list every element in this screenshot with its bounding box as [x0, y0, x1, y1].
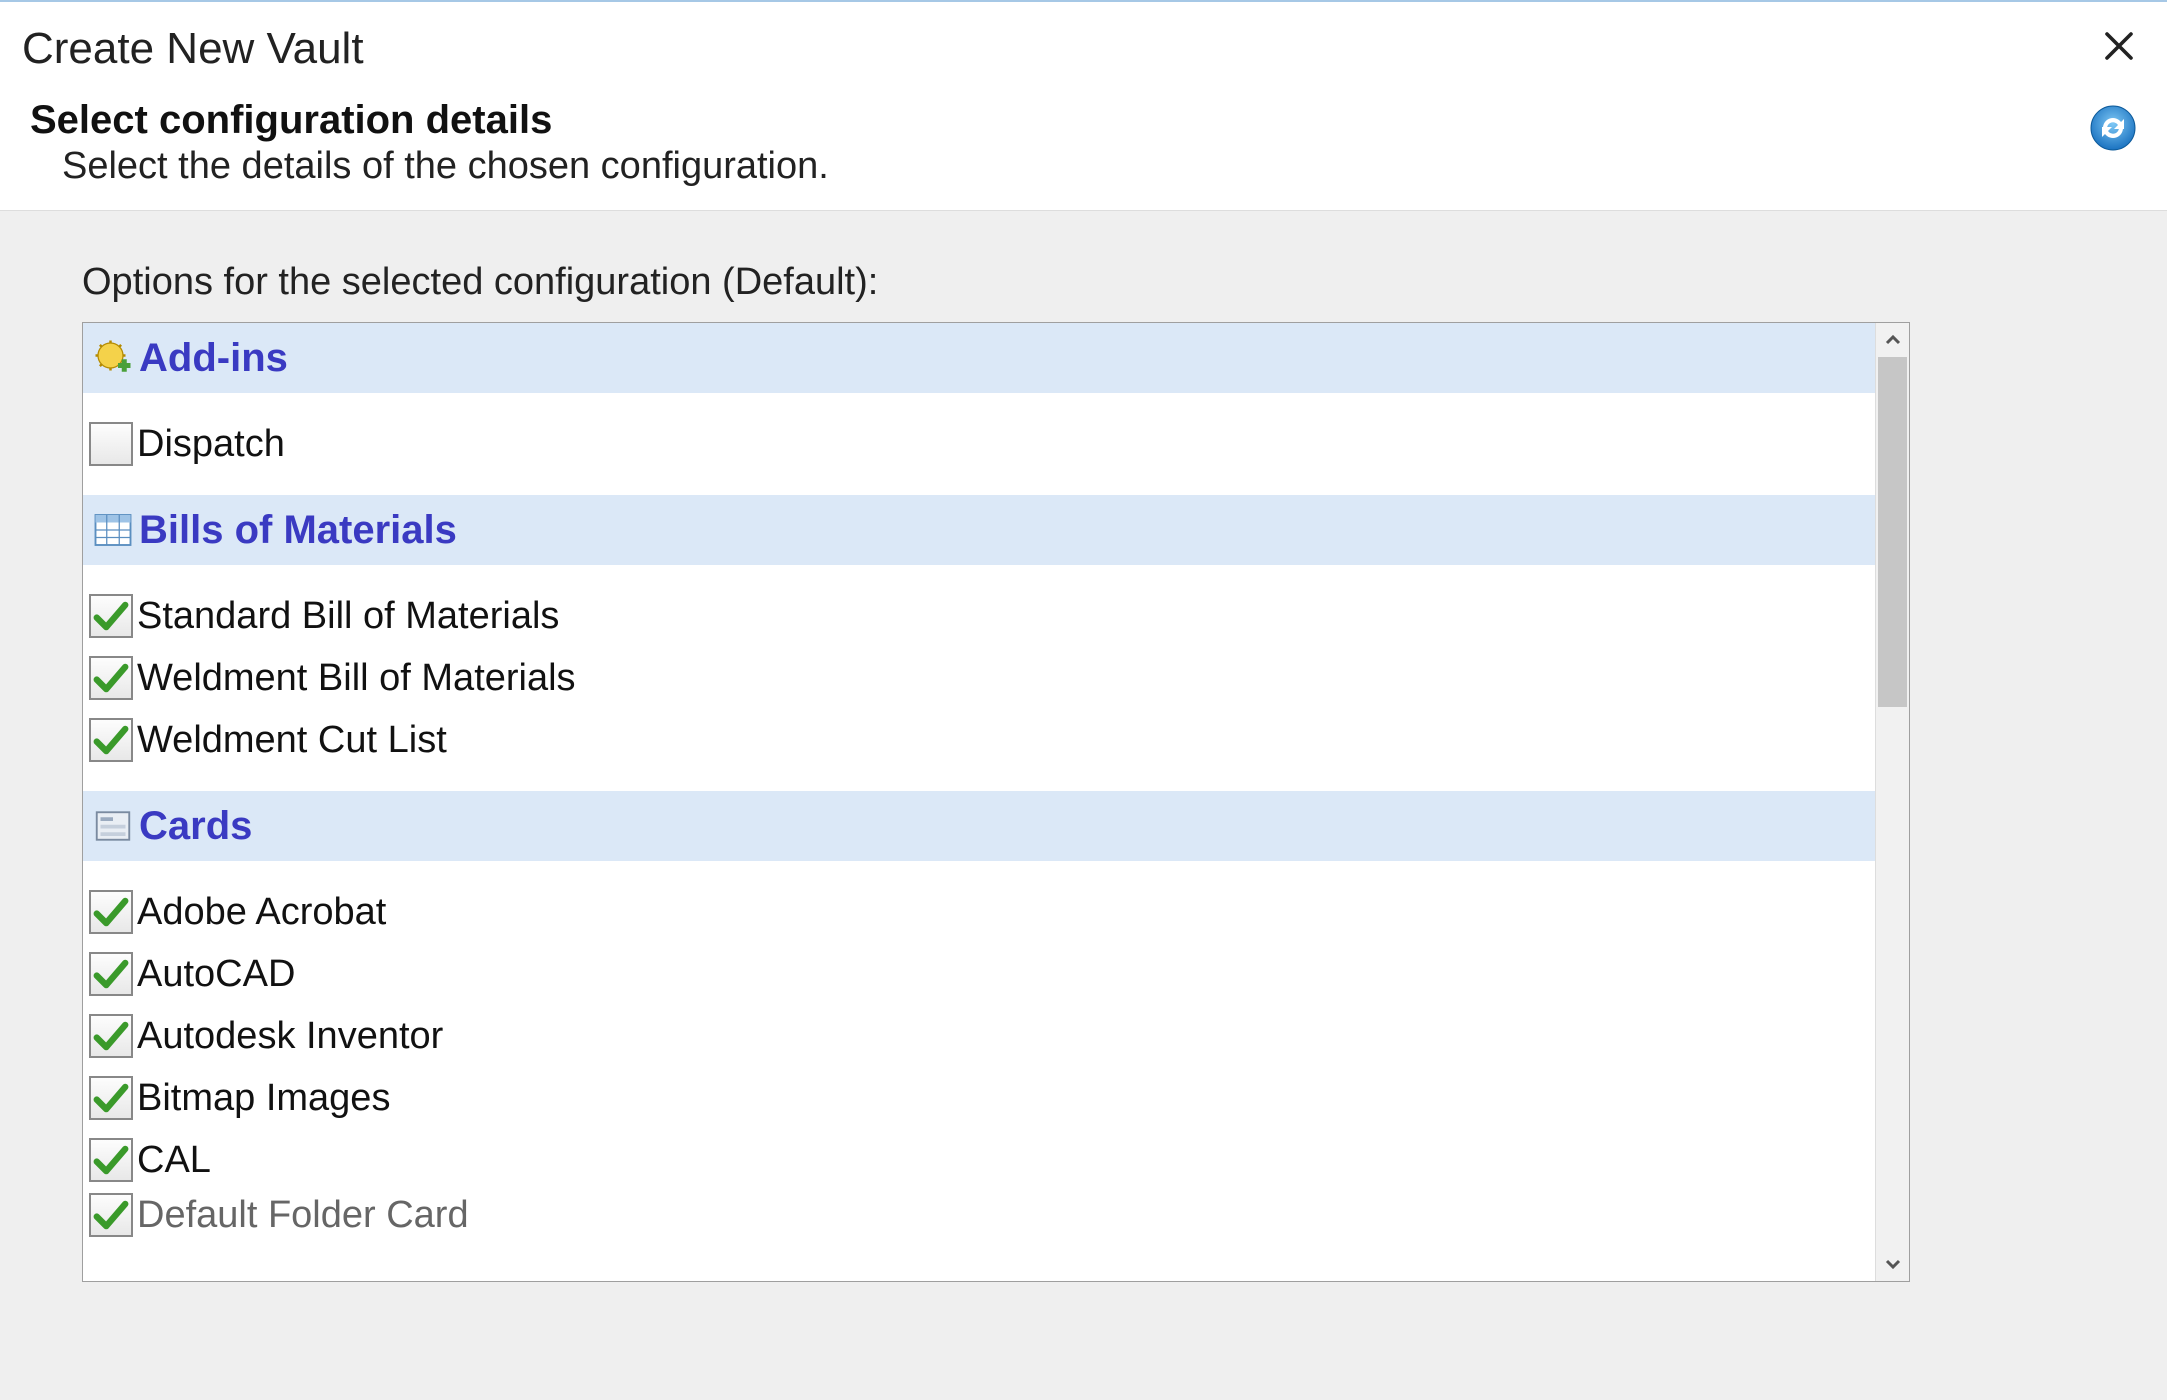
- options-label: Options for the selected configuration (…: [0, 235, 2167, 314]
- dialog-title: Create New Vault: [22, 24, 364, 74]
- header-subtitle: Select the details of the chosen configu…: [30, 145, 829, 188]
- titlebar: Create New Vault: [0, 2, 2167, 88]
- option-label: Bitmap Images: [137, 1077, 390, 1120]
- cards-icon: [89, 802, 137, 850]
- group-header-addins[interactable]: Add-ins: [83, 323, 1875, 393]
- option-item[interactable]: AutoCAD: [83, 943, 1875, 1005]
- create-vault-dialog: Create New Vault Select configuration de…: [0, 0, 2167, 1282]
- scroll-down-icon[interactable]: [1876, 1247, 1910, 1281]
- scroll-track[interactable]: [1876, 357, 1909, 1247]
- option-item[interactable]: Weldment Cut List: [83, 709, 1875, 771]
- option-item[interactable]: Adobe Acrobat: [83, 881, 1875, 943]
- header-text: Select configuration details Select the …: [30, 98, 829, 188]
- option-label: AutoCAD: [137, 953, 295, 996]
- option-label: Weldment Bill of Materials: [137, 657, 576, 700]
- option-label: CAL: [137, 1139, 211, 1182]
- options-content: Add-ins Dispatch: [83, 323, 1875, 1281]
- scroll-up-icon[interactable]: [1876, 323, 1910, 357]
- close-icon[interactable]: [2093, 24, 2145, 76]
- option-label: Default Folder Card: [137, 1194, 469, 1237]
- group-header-cards[interactable]: Cards: [83, 791, 1875, 861]
- option-item[interactable]: Dispatch: [83, 413, 1875, 475]
- option-item[interactable]: Standard Bill of Materials: [83, 585, 1875, 647]
- checkbox[interactable]: [89, 656, 133, 700]
- checkbox[interactable]: [89, 952, 133, 996]
- option-item[interactable]: Autodesk Inventor: [83, 1005, 1875, 1067]
- dialog-body: Options for the selected configuration (…: [0, 211, 2167, 1282]
- option-label: Standard Bill of Materials: [137, 595, 559, 638]
- scrollbar[interactable]: [1875, 323, 1909, 1281]
- group-title: Cards: [139, 804, 252, 849]
- checkbox[interactable]: [89, 890, 133, 934]
- group-title: Add-ins: [139, 336, 288, 381]
- group-title: Bills of Materials: [139, 508, 457, 553]
- option-label: Dispatch: [137, 423, 285, 466]
- checkbox[interactable]: [89, 718, 133, 762]
- options-listbox: Add-ins Dispatch: [82, 322, 1910, 1282]
- checkbox[interactable]: [89, 422, 133, 466]
- option-item[interactable]: CAL: [83, 1129, 1875, 1191]
- option-item[interactable]: Bitmap Images: [83, 1067, 1875, 1129]
- option-item[interactable]: Default Folder Card: [83, 1191, 1875, 1239]
- option-label: Autodesk Inventor: [137, 1015, 443, 1058]
- checkbox[interactable]: [89, 1138, 133, 1182]
- group-header-bom[interactable]: Bills of Materials: [83, 495, 1875, 565]
- checkbox[interactable]: [89, 1193, 133, 1237]
- refresh-icon[interactable]: [2089, 104, 2137, 152]
- checkbox[interactable]: [89, 594, 133, 638]
- header-title: Select configuration details: [30, 98, 829, 143]
- addins-icon: [89, 334, 137, 382]
- option-label: Adobe Acrobat: [137, 891, 386, 934]
- header-section: Select configuration details Select the …: [0, 88, 2167, 211]
- table-icon: [89, 506, 137, 554]
- option-item[interactable]: Weldment Bill of Materials: [83, 647, 1875, 709]
- checkbox[interactable]: [89, 1014, 133, 1058]
- checkbox[interactable]: [89, 1076, 133, 1120]
- option-label: Weldment Cut List: [137, 719, 447, 762]
- scroll-thumb[interactable]: [1878, 357, 1907, 707]
